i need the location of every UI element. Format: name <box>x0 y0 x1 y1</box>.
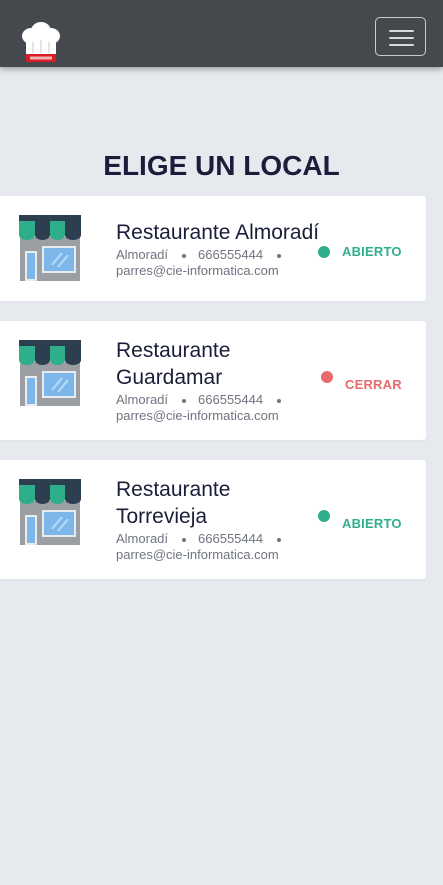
separator-dot <box>182 537 187 542</box>
local-email[interactable]: parres@cie-informatica.com <box>116 408 279 423</box>
local-info: Almoradí 666555444 parres@cie-informatica… <box>116 392 306 424</box>
store-icon <box>18 215 82 281</box>
chef-hat-icon[interactable] <box>20 20 62 64</box>
local-phone[interactable]: 666555444 <box>198 531 263 546</box>
separator-dot <box>182 398 187 403</box>
local-card-torrevieja[interactable]: Restaurante Torrevieja Almoradí 666555444… <box>0 460 426 579</box>
hamburger-menu-icon <box>389 30 414 32</box>
navbar <box>0 0 443 67</box>
status-label: ABIERTO <box>342 244 402 259</box>
status-dot-open <box>318 510 330 522</box>
local-name: Restaurante Almoradí <box>116 221 320 244</box>
page-title: ELIGE UN LOCAL <box>103 150 340 181</box>
status-dot-closed <box>321 371 333 383</box>
store-icon <box>18 479 82 545</box>
local-email[interactable]: parres@cie-informatica.com <box>116 547 279 562</box>
local-phone[interactable]: 666555444 <box>198 247 263 262</box>
local-phone[interactable]: 666555444 <box>198 392 263 407</box>
status-label: ABIERTO <box>342 516 402 531</box>
separator-dot <box>277 398 282 403</box>
local-card-almoradi[interactable]: Restaurante Almoradí Almoradí 666555444 p… <box>0 196 426 301</box>
local-info: Almoradí 666555444 parres@cie-informatica… <box>116 247 306 279</box>
local-city: Almoradí <box>116 531 169 546</box>
hamburger-bar <box>389 37 414 39</box>
separator-dot <box>277 537 282 542</box>
local-city: Almoradí <box>116 247 169 262</box>
local-info: Almoradí 666555444 parres@cie-informatica… <box>116 531 306 563</box>
local-city: Almoradí <box>116 392 169 407</box>
separator-dot <box>182 253 187 258</box>
hamburger-bar <box>389 44 414 46</box>
hamburger-menu-button[interactable] <box>375 17 426 56</box>
store-icon <box>18 340 82 406</box>
status-dot-open <box>318 246 330 258</box>
local-email[interactable]: parres@cie-informatica.com <box>116 263 279 278</box>
status-label: CERRAR <box>345 377 402 392</box>
local-name: Restaurante Guardamar <box>116 339 231 389</box>
local-name: Restaurante Torrevieja <box>116 478 231 528</box>
separator-dot <box>277 253 282 258</box>
local-card-guardamar[interactable]: Restaurante Guardamar Almoradí 666555444 … <box>0 321 426 440</box>
